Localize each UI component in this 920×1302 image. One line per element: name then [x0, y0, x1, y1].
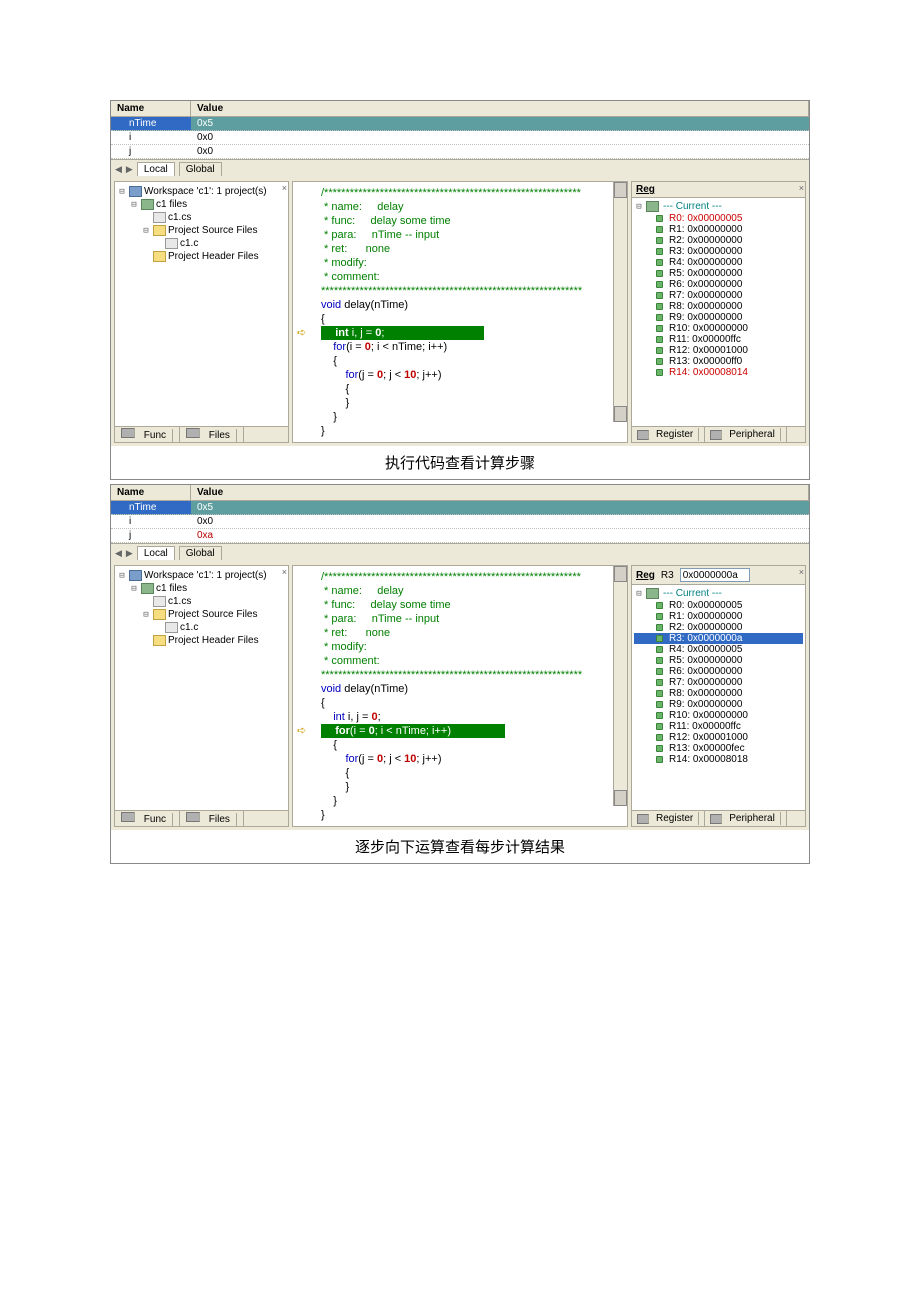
- reg-value-input[interactable]: [680, 568, 750, 582]
- tree-workspace[interactable]: ⊟Workspace 'c1': 1 project(s): [117, 569, 286, 582]
- tab-func[interactable]: Func: [115, 811, 180, 826]
- register-row[interactable]: R10: 0x00000000: [634, 323, 803, 334]
- variable-row[interactable]: nTime0x5: [111, 501, 809, 515]
- register-row[interactable]: R0: 0x00000005: [634, 600, 803, 611]
- tab-global[interactable]: Global: [179, 546, 222, 560]
- func-icon: [121, 428, 135, 438]
- register-row[interactable]: R14: 0x00008014: [634, 367, 803, 378]
- tree-header-folder[interactable]: Project Header Files: [117, 634, 286, 647]
- register-row[interactable]: R0: 0x00000005: [634, 213, 803, 224]
- register-row[interactable]: R6: 0x00000000: [634, 279, 803, 290]
- tab-local[interactable]: Local: [137, 546, 175, 560]
- close-icon[interactable]: ×: [799, 567, 804, 577]
- tab-peripheral[interactable]: Peripheral: [705, 811, 787, 826]
- register-row[interactable]: R8: 0x00000000: [634, 301, 803, 312]
- workspace-tree: × ⊟Workspace 'c1': 1 project(s) ⊟c1 file…: [114, 565, 289, 827]
- reg-selected-name: R3: [661, 570, 674, 581]
- tree-file-cs[interactable]: c1.cs: [117, 211, 286, 224]
- col-header-name: Name: [111, 101, 191, 116]
- register-row[interactable]: R2: 0x00000000: [634, 622, 803, 633]
- tree-project[interactable]: ⊟c1 files: [117, 198, 286, 211]
- register-row[interactable]: R7: 0x00000000: [634, 290, 803, 301]
- nav-left-icon[interactable]: ◀: [115, 164, 122, 175]
- register-row[interactable]: R8: 0x00000000: [634, 688, 803, 699]
- register-row[interactable]: R13: 0x00000ff0: [634, 356, 803, 367]
- caption-2: 逐步向下运算查看每步计算结果: [111, 830, 809, 863]
- close-icon[interactable]: ×: [282, 183, 287, 193]
- variables-panel: Name Value nTime0x5i0x0j0xa ◀ ▶ Local Gl…: [111, 485, 809, 562]
- register-row[interactable]: R7: 0x00000000: [634, 677, 803, 688]
- tab-global[interactable]: Global: [179, 162, 222, 176]
- scrollbar[interactable]: [613, 566, 627, 806]
- tree-source-folder[interactable]: ⊟Project Source Files: [117, 608, 286, 621]
- register-row[interactable]: R6: 0x00000000: [634, 666, 803, 677]
- tree-workspace[interactable]: ⊟Workspace 'c1': 1 project(s): [117, 185, 286, 198]
- variables-panel: Name Value nTime0x5i0x0j0x0 ◀ ▶ Local Gl…: [111, 101, 809, 178]
- register-row[interactable]: R5: 0x00000000: [634, 655, 803, 666]
- nav-left-icon[interactable]: ◀: [115, 548, 122, 559]
- register-row[interactable]: R9: 0x00000000: [634, 699, 803, 710]
- scrollbar[interactable]: [613, 182, 627, 422]
- code-editor[interactable]: /***************************************…: [292, 181, 628, 443]
- tree-header-folder[interactable]: Project Header Files: [117, 250, 286, 263]
- tab-register[interactable]: Register: [632, 427, 705, 442]
- nav-right-icon[interactable]: ▶: [126, 164, 133, 175]
- tree-file-c[interactable]: c1.c: [117, 237, 286, 250]
- register-row[interactable]: R9: 0x00000000: [634, 312, 803, 323]
- tab-register[interactable]: Register: [632, 811, 705, 826]
- col-header-value: Value: [191, 485, 809, 500]
- variable-row[interactable]: i0x0: [111, 131, 809, 145]
- register-row[interactable]: R11: 0x00000ffc: [634, 334, 803, 345]
- register-row[interactable]: R4: 0x00000005: [634, 644, 803, 655]
- variable-row[interactable]: i0x0: [111, 515, 809, 529]
- register-row[interactable]: R3: 0x00000000: [634, 246, 803, 257]
- register-row[interactable]: R14: 0x00008018: [634, 754, 803, 765]
- tab-func[interactable]: Func: [115, 427, 180, 442]
- variable-row[interactable]: j0x0: [111, 145, 809, 159]
- func-icon: [121, 812, 135, 822]
- register-row[interactable]: R13: 0x00000fec: [634, 743, 803, 754]
- caption-1: 执行代码查看计算步骤: [111, 446, 809, 479]
- register-row[interactable]: R11: 0x00000ffc: [634, 721, 803, 732]
- tree-source-folder[interactable]: ⊟Project Source Files: [117, 224, 286, 237]
- register-icon: [637, 430, 649, 440]
- variable-row[interactable]: j0xa: [111, 529, 809, 543]
- register-panel: × Reg ⊟--- Current --- R0: 0x00000005R1:…: [631, 181, 806, 443]
- reg-label: Reg: [636, 184, 655, 195]
- close-icon[interactable]: ×: [799, 183, 804, 193]
- register-row[interactable]: R12: 0x00001000: [634, 732, 803, 743]
- peripheral-icon: [710, 814, 722, 824]
- register-row[interactable]: R5: 0x00000000: [634, 268, 803, 279]
- col-header-name: Name: [111, 485, 191, 500]
- register-row[interactable]: R12: 0x00001000: [634, 345, 803, 356]
- register-panel: × Reg R3 ⊟--- Current --- R0: 0x00000005…: [631, 565, 806, 827]
- register-icon: [637, 814, 649, 824]
- peripheral-icon: [710, 430, 722, 440]
- col-header-value: Value: [191, 101, 809, 116]
- tree-file-c[interactable]: c1.c: [117, 621, 286, 634]
- tab-local[interactable]: Local: [137, 162, 175, 176]
- close-icon[interactable]: ×: [282, 567, 287, 577]
- tab-files[interactable]: Files: [180, 811, 244, 826]
- files-icon: [186, 428, 200, 438]
- tab-files[interactable]: Files: [180, 427, 244, 442]
- code-editor[interactable]: /***************************************…: [292, 565, 628, 827]
- tab-peripheral[interactable]: Peripheral: [705, 427, 787, 442]
- register-row[interactable]: R1: 0x00000000: [634, 611, 803, 622]
- reg-label: Reg: [636, 570, 655, 581]
- variable-row[interactable]: nTime0x5: [111, 117, 809, 131]
- files-icon: [186, 812, 200, 822]
- tree-project[interactable]: ⊟c1 files: [117, 582, 286, 595]
- nav-right-icon[interactable]: ▶: [126, 548, 133, 559]
- register-row[interactable]: R4: 0x00000000: [634, 257, 803, 268]
- workspace-tree: × ⊟Workspace 'c1': 1 project(s) ⊟c1 file…: [114, 181, 289, 443]
- tree-file-cs[interactable]: c1.cs: [117, 595, 286, 608]
- register-row[interactable]: R10: 0x00000000: [634, 710, 803, 721]
- register-row[interactable]: R1: 0x00000000: [634, 224, 803, 235]
- register-row[interactable]: R3: 0x0000000a: [634, 633, 803, 644]
- register-row[interactable]: R2: 0x00000000: [634, 235, 803, 246]
